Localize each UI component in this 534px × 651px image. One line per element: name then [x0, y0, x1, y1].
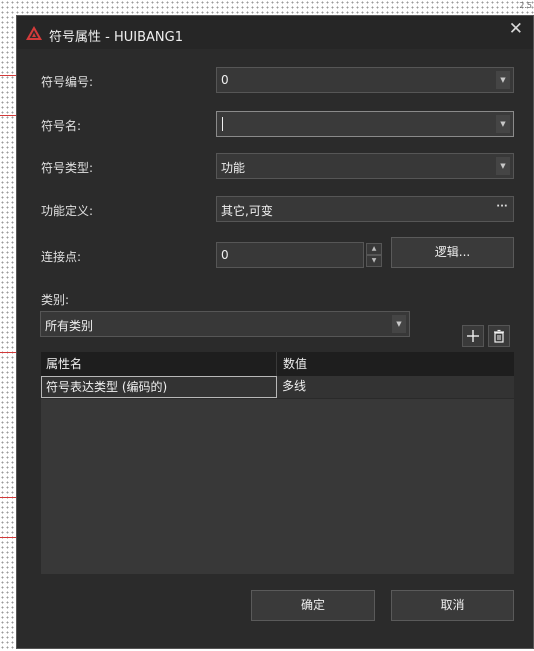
- symbol-type-label: 符号类型:: [41, 161, 94, 175]
- symbol-type-dropdown[interactable]: 功能 ▼: [216, 153, 514, 179]
- connection-points-value: 0: [221, 248, 229, 262]
- symbol-name-label: 符号名:: [41, 119, 82, 133]
- symbol-number-dropdown[interactable]: 0 ▼: [216, 67, 514, 93]
- function-definition-value: 其它,可变: [221, 204, 273, 218]
- delete-button[interactable]: [488, 325, 510, 347]
- text-cursor: [222, 117, 223, 131]
- column-header-value[interactable]: 数值: [278, 352, 514, 376]
- table-row[interactable]: 符号表达类型 (编码的) 多线: [41, 376, 514, 399]
- eplan-logo-icon: [26, 26, 42, 40]
- window-title: 符号属性 - HUIBANG1: [49, 30, 183, 45]
- canvas-red-line: [0, 75, 16, 76]
- category-label: 类别:: [41, 293, 70, 307]
- chevron-down-icon[interactable]: ▼: [496, 157, 510, 175]
- title-bar[interactable]: 符号属性 - HUIBANG1 ✕: [17, 16, 533, 49]
- table-cell-property-name[interactable]: 符号表达类型 (编码的): [41, 376, 277, 398]
- chevron-down-icon[interactable]: ▼: [496, 71, 510, 89]
- function-definition-field[interactable]: 其它,可变 ···: [216, 196, 514, 222]
- canvas-red-line: [0, 537, 16, 538]
- table-cell-value[interactable]: 多线: [278, 376, 514, 398]
- more-options-icon[interactable]: ···: [493, 199, 511, 219]
- connection-points-input[interactable]: 0: [216, 242, 364, 268]
- table-header: 属性名 数值: [41, 352, 514, 376]
- cancel-button[interactable]: 取消: [391, 590, 514, 621]
- trash-icon: [494, 329, 504, 343]
- symbol-number-value: 0: [221, 73, 229, 87]
- symbol-number-label: 符号编号:: [41, 75, 94, 89]
- canvas-red-line: [0, 115, 16, 116]
- category-dropdown[interactable]: 所有类别 ▼: [40, 311, 410, 337]
- properties-table: 属性名 数值 符号表达类型 (编码的) 多线: [41, 352, 514, 574]
- symbol-name-input[interactable]: ▼: [216, 111, 514, 137]
- canvas-red-line: [0, 497, 16, 498]
- logic-button[interactable]: 逻辑...: [391, 237, 514, 268]
- spin-up-icon[interactable]: ▲: [366, 243, 382, 255]
- symbol-properties-dialog: 符号属性 - HUIBANG1 ✕ 符号编号: 0 ▼ 符号名: ▼ 符号类型:…: [16, 15, 534, 649]
- close-icon[interactable]: ✕: [509, 19, 523, 39]
- function-definition-label: 功能定义:: [41, 204, 94, 218]
- add-button[interactable]: [462, 325, 484, 347]
- chevron-down-icon[interactable]: ▼: [496, 115, 510, 133]
- connection-points-label: 连接点:: [41, 250, 82, 264]
- chevron-down-icon[interactable]: ▼: [392, 315, 406, 333]
- ok-button[interactable]: 确定: [251, 590, 375, 621]
- canvas-red-line: [0, 352, 16, 353]
- category-value: 所有类别: [45, 319, 94, 333]
- canvas-coordinate-label: 2.5: [519, 1, 532, 10]
- plus-icon: [467, 330, 479, 342]
- spin-down-icon[interactable]: ▼: [366, 255, 382, 267]
- symbol-type-value: 功能: [221, 161, 246, 175]
- column-header-property-name[interactable]: 属性名: [41, 352, 277, 376]
